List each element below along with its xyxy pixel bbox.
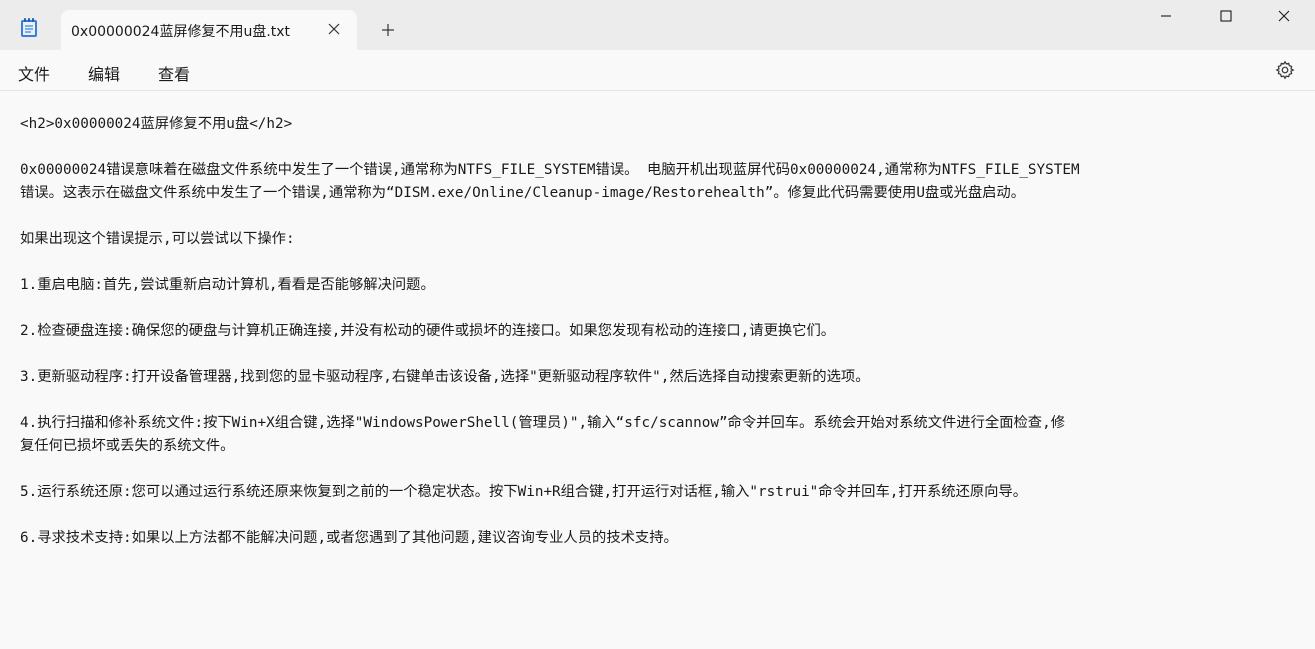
text-line: 复任何已损坏或丢失的系统文件。 [20,438,235,454]
text-line: 5.运行系统还原:您可以通过运行系统还原来恢复到之前的一个稳定状态。按下Win+… [20,484,1028,500]
text-line: 4.执行扫描和修补系统文件:按下Win+X组合键,选择"WindowsPower… [20,415,1065,431]
menu-edit[interactable]: 编辑 [88,61,120,85]
plus-icon[interactable] [380,22,396,38]
close-icon[interactable] [1276,8,1292,24]
notepad-icon [21,18,37,37]
title-bar[interactable]: 0x00000024蓝屏修复不用u盘.txt [0,0,1315,50]
close-icon[interactable] [327,22,341,36]
text-line: 1.重启电脑:首先,尝试重新启动计算机,看看是否能够解决问题。 [20,277,435,293]
text-line: 2.检查硬盘连接:确保您的硬盘与计算机正确连接,并没有松动的硬件或损坏的连接口。… [20,323,836,339]
menu-file[interactable]: 文件 [18,61,50,85]
menu-view[interactable]: 查看 [158,61,190,85]
text-editor[interactable]: <h2>0x00000024蓝屏修复不用u盘</h2> 0x00000024错误意… [0,91,1315,649]
menu-bar: 文件 编辑 查看 [0,50,1315,91]
text-line: 6.寻求技术支持:如果以上方法都不能解决问题,或者您遇到了其他问题,建议咨询专业… [20,530,678,546]
text-line: 0x00000024错误意味着在磁盘文件系统中发生了一个错误,通常称为NTFS_… [20,162,1080,178]
text-line: 3.更新驱动程序:打开设备管理器,找到您的显卡驱动程序,右键单击该设备,选择"更… [20,369,870,385]
maximize-icon[interactable] [1218,8,1234,24]
text-line: 错误。这表示在磁盘文件系统中发生了一个错误,通常称为“DISM.exe/Onli… [20,185,1026,201]
text-line: 如果出现这个错误提示,可以尝试以下操作: [20,231,295,247]
minimize-icon[interactable] [1158,8,1174,24]
text-line: <h2>0x00000024蓝屏修复不用u盘</h2> [20,116,293,132]
gear-icon[interactable] [1275,60,1295,80]
notepad-window: 0x00000024蓝屏修复不用u盘.txt 文件 编辑 查看 <h2>0x00… [0,0,1315,649]
tab-title: 0x00000024蓝屏修复不用u盘.txt [71,24,291,40]
tab-document[interactable]: 0x00000024蓝屏修复不用u盘.txt [61,10,357,50]
